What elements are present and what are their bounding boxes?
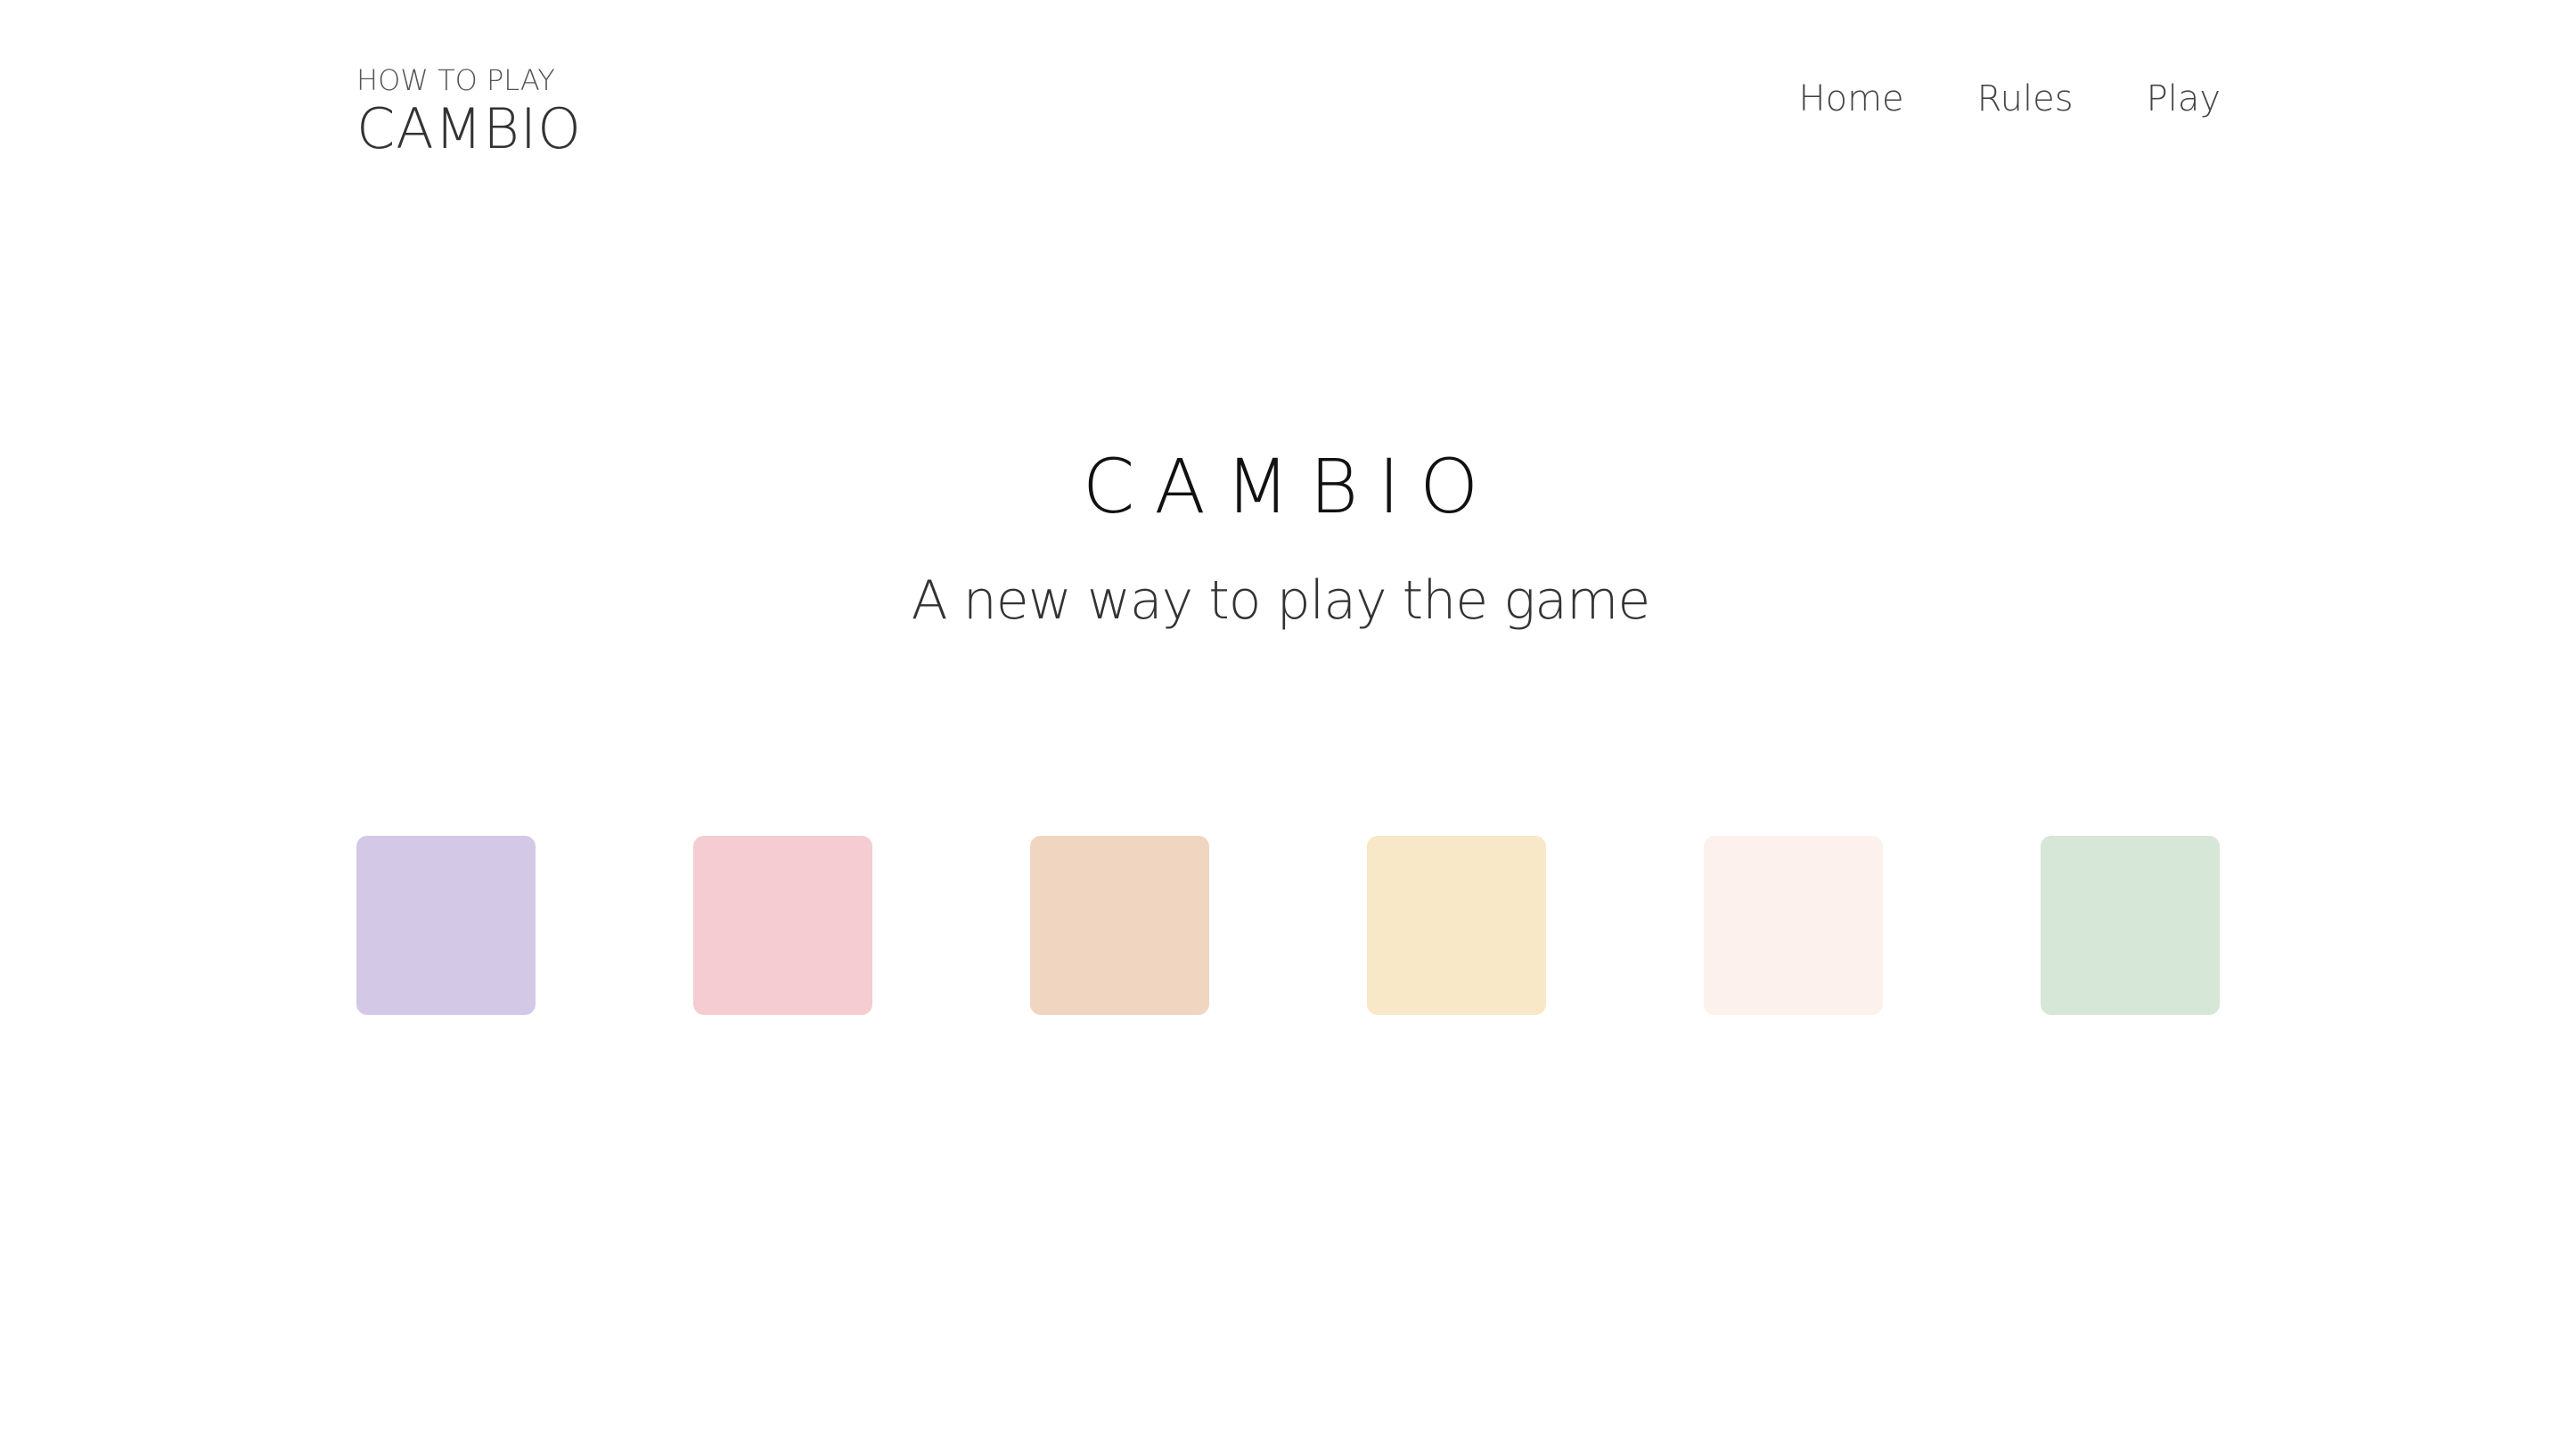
nav-play-link[interactable]: Play [2147, 78, 2221, 119]
color-swatch-pink[interactable] [693, 836, 872, 1015]
nav-home-link[interactable]: Home [1799, 78, 1904, 119]
logo-title: CAMBIO [356, 96, 582, 161]
color-swatch-sage[interactable] [2041, 836, 2220, 1015]
color-swatch-cream[interactable] [1367, 836, 1546, 1015]
main-nav: Home Rules Play [1799, 78, 2221, 119]
color-swatch-blush[interactable] [1704, 836, 1883, 1015]
site-logo[interactable]: HOW TO PLAY CAMBIO [356, 66, 582, 157]
color-swatch-row [356, 836, 2220, 1015]
color-swatch-peach[interactable] [1030, 836, 1209, 1015]
hero-title: CAMBIO [1082, 443, 1499, 530]
color-swatch-lavender[interactable] [356, 836, 536, 1015]
logo-subtitle: HOW TO PLAY [356, 63, 555, 97]
hero-subtitle: A new way to play the game [911, 569, 1651, 632]
nav-rules-link[interactable]: Rules [1977, 78, 2074, 119]
